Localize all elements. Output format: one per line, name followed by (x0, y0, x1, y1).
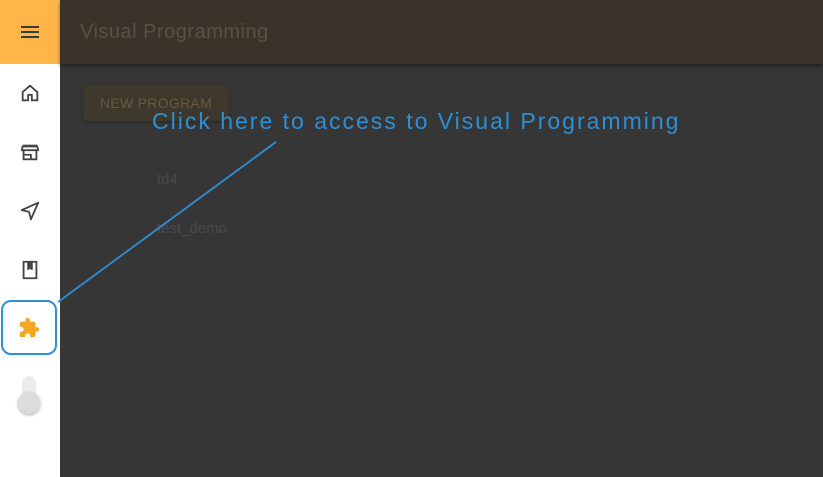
store-icon (20, 144, 40, 161)
main-content: Visual Programming NEW PROGRAM td4 test_… (60, 0, 823, 477)
puzzle-icon (19, 317, 40, 337)
menu-icon (21, 26, 39, 38)
sidebar-item-home[interactable] (0, 64, 60, 122)
sidebar-item-book[interactable] (0, 241, 60, 299)
app-bar: Visual Programming (60, 0, 823, 64)
sidebar (0, 0, 60, 477)
page-title: Visual Programming (80, 21, 269, 43)
program-item-test-demo[interactable]: test_demo (157, 220, 227, 237)
theme-toggle[interactable] (18, 376, 40, 414)
callout-text: Click here to access to Visual Programmi… (152, 108, 681, 134)
toggle-knob[interactable] (18, 392, 40, 414)
send-icon (20, 201, 40, 221)
menu-button[interactable] (0, 0, 60, 64)
sidebar-item-navigation[interactable] (0, 182, 60, 240)
sidebar-item-store[interactable] (0, 123, 60, 181)
home-icon (21, 84, 39, 102)
sidebar-item-visual-programming[interactable] (1, 300, 57, 355)
book-icon (22, 260, 38, 280)
program-item-td4[interactable]: td4 (157, 171, 178, 188)
